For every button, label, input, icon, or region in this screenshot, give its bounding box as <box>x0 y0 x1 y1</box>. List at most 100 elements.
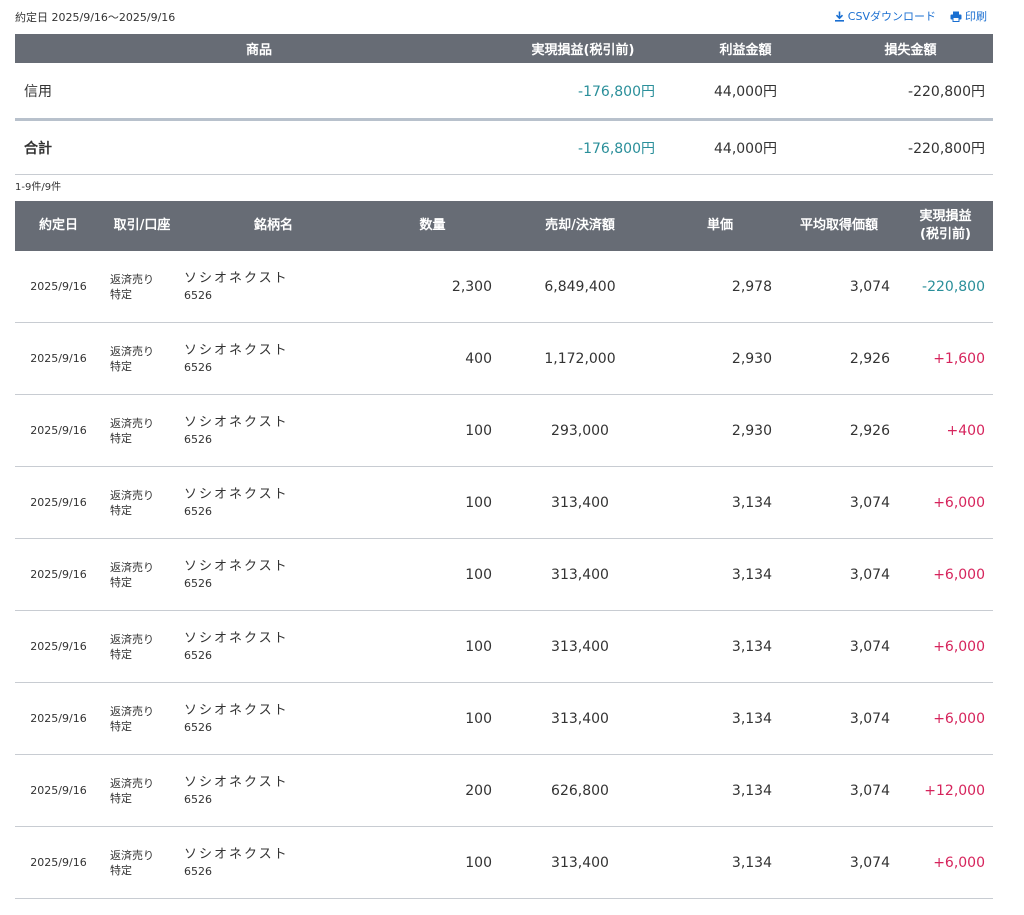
unit-price: 3,134 <box>660 754 780 827</box>
trade-date: 2025/9/16 <box>15 754 102 827</box>
table-row: 2025/9/16 返済売り 特定 ソシオネクスト 6526 100 313,400 3,13… <box>15 538 993 611</box>
settlement-amount: 626,800 <box>500 754 660 827</box>
summary-col-realized: 実現損益(税引前) <box>503 34 663 63</box>
table-row: 2025/9/16 返済売り 特定 ソシオネクスト 6526 200 626,800 3,13… <box>15 754 993 827</box>
trade-type: 返済売り <box>110 848 154 862</box>
print-label: 印刷 <box>965 10 987 23</box>
trade-date: 2025/9/16 <box>15 538 102 611</box>
col-settlement-amount: 売却/決済額 <box>500 201 660 251</box>
quantity: 100 <box>365 682 500 755</box>
stock-name: ソシオネクスト <box>184 343 289 358</box>
account-type: 特定 <box>110 647 132 661</box>
unit-price: 3,134 <box>660 538 780 611</box>
unit-price: 2,930 <box>660 322 780 395</box>
summary-profit: 44,000円 <box>663 63 828 121</box>
summary-col-product: 商品 <box>15 34 503 63</box>
trade-date-range: 約定日 2025/9/16〜2025/9/16 <box>15 11 176 24</box>
settlement-amount: 293,000 <box>500 394 660 467</box>
trade-type: 返済売り <box>110 776 154 790</box>
detail-header-row: 約定日 取引/口座 銘柄名 数量 売却/決済額 単価 平均取得価額 実現損益 (… <box>15 201 993 251</box>
stock-code: 6526 <box>184 361 212 374</box>
stock-cell: ソシオネクスト 6526 <box>182 826 365 899</box>
realized-pl: +1,600 <box>898 322 993 395</box>
stock-cell: ソシオネクスト 6526 <box>182 466 365 539</box>
trade-date: 2025/9/16 <box>15 251 102 323</box>
trade-date: 2025/9/16 <box>15 466 102 539</box>
account-type: 特定 <box>110 287 132 301</box>
summary-col-profit: 利益金額 <box>663 34 828 63</box>
average-cost: 3,074 <box>780 610 898 683</box>
stock-name: ソシオネクスト <box>184 775 289 790</box>
col-trade-date: 約定日 <box>15 201 102 251</box>
summary-loss: -220,800円 <box>828 119 993 175</box>
unit-price: 3,134 <box>660 466 780 539</box>
quantity: 100 <box>365 826 500 899</box>
average-cost: 3,074 <box>780 682 898 755</box>
account-type: 特定 <box>110 719 132 733</box>
printer-icon <box>950 11 962 22</box>
table-row: 2025/9/16 返済売り 特定 ソシオネクスト 6526 100 313,400 3,13… <box>15 682 993 755</box>
table-row: 2025/9/16 返済売り 特定 ソシオネクスト 6526 100 313,400 3,13… <box>15 610 993 683</box>
col-realized-pl: 実現損益 (税引前) <box>898 201 993 251</box>
quantity: 400 <box>365 322 500 395</box>
average-cost: 3,074 <box>780 251 898 323</box>
trade-date: 2025/9/16 <box>15 394 102 467</box>
stock-cell: ソシオネクスト 6526 <box>182 682 365 755</box>
trade-type: 返済売り <box>110 704 154 718</box>
stock-cell: ソシオネクスト 6526 <box>182 394 365 467</box>
quantity: 200 <box>365 754 500 827</box>
stock-name: ソシオネクスト <box>184 271 289 286</box>
realized-pl: +6,000 <box>898 682 993 755</box>
trade-type: 返済売り <box>110 632 154 646</box>
realized-pl: +6,000 <box>898 826 993 899</box>
stock-cell: ソシオネクスト 6526 <box>182 322 365 395</box>
trade-account-cell: 返済売り 特定 <box>102 538 182 611</box>
stock-cell: ソシオネクスト 6526 <box>182 610 365 683</box>
print-link[interactable]: 印刷 <box>950 8 987 24</box>
stock-code: 6526 <box>184 577 212 590</box>
header-actions: CSVダウンロード 印刷 <box>834 8 987 24</box>
realized-pl: -220,800 <box>898 251 993 323</box>
summary-loss: -220,800円 <box>828 63 993 121</box>
trade-account-cell: 返済売り 特定 <box>102 394 182 467</box>
table-row: 2025/9/16 返済売り 特定 ソシオネクスト 6526 100 313,400 3,13… <box>15 826 993 899</box>
quantity: 2,300 <box>365 251 500 323</box>
summary-realized: -176,800円 <box>503 63 663 121</box>
col-trade-account: 取引/口座 <box>102 201 182 251</box>
detail-body: 2025/9/16 返済売り 特定 ソシオネクスト 6526 2,300 6,849,400… <box>15 251 993 899</box>
trade-date: 2025/9/16 <box>15 322 102 395</box>
account-type: 特定 <box>110 359 132 373</box>
average-cost: 3,074 <box>780 826 898 899</box>
settlement-amount: 1,172,000 <box>500 322 660 395</box>
stock-code: 6526 <box>184 505 212 518</box>
stock-code: 6526 <box>184 865 212 878</box>
trade-type: 返済売り <box>110 272 154 286</box>
col-stock-name: 銘柄名 <box>182 201 365 251</box>
summary-label: 信用 <box>15 63 503 121</box>
summary-row-credit: 信用 -176,800円 44,000円 -220,800円 <box>15 63 993 121</box>
trade-account-cell: 返済売り 特定 <box>102 322 182 395</box>
stock-name: ソシオネクスト <box>184 559 289 574</box>
account-type: 特定 <box>110 431 132 445</box>
result-count: 1-9件/9件 <box>15 182 62 193</box>
csv-download-link[interactable]: CSVダウンロード <box>834 8 936 24</box>
average-cost: 3,074 <box>780 754 898 827</box>
stock-cell: ソシオネクスト 6526 <box>182 251 365 323</box>
trade-date: 2025/9/16 <box>15 610 102 683</box>
settlement-amount: 313,400 <box>500 538 660 611</box>
stock-name: ソシオネクスト <box>184 703 289 718</box>
col-unit-price: 単価 <box>660 201 780 251</box>
quantity: 100 <box>365 538 500 611</box>
quantity: 100 <box>365 610 500 683</box>
table-row: 2025/9/16 返済売り 特定 ソシオネクスト 6526 100 313,400 3,13… <box>15 466 993 539</box>
account-type: 特定 <box>110 503 132 517</box>
account-type: 特定 <box>110 791 132 805</box>
unit-price: 3,134 <box>660 682 780 755</box>
summary-realized: -176,800円 <box>503 119 663 175</box>
table-row: 2025/9/16 返済売り 特定 ソシオネクスト 6526 100 293,000 2,93… <box>15 394 993 467</box>
quantity: 100 <box>365 394 500 467</box>
realized-pl: +400 <box>898 394 993 467</box>
quantity: 100 <box>365 466 500 539</box>
trade-account-cell: 返済売り 特定 <box>102 251 182 323</box>
account-type: 特定 <box>110 575 132 589</box>
